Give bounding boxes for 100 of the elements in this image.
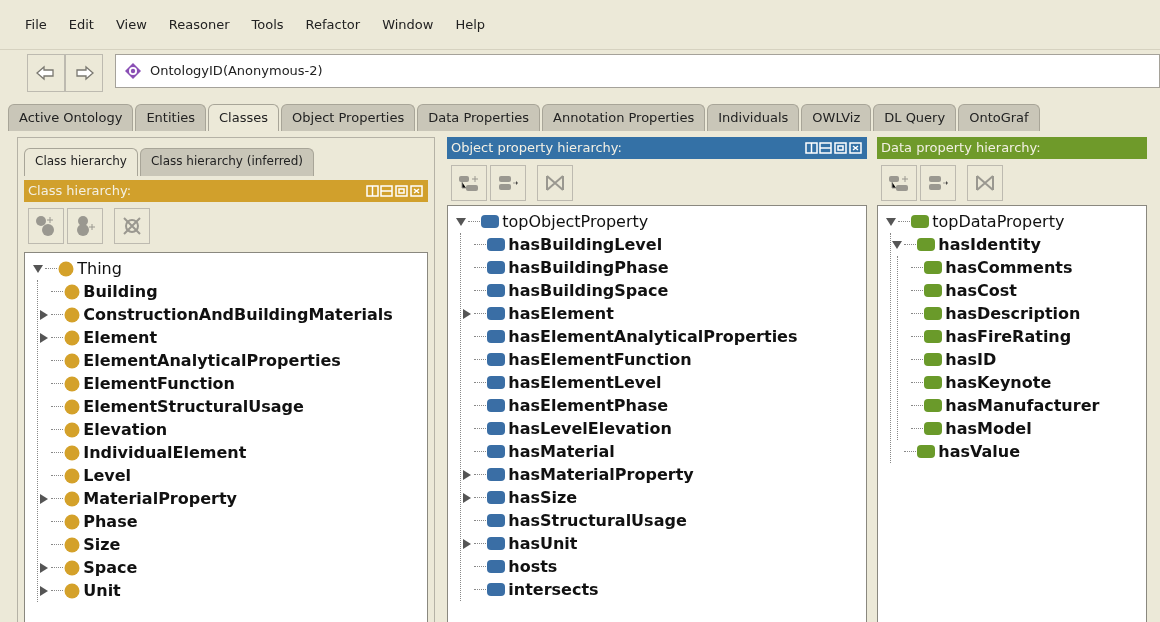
- tree-item[interactable]: Level: [83, 463, 132, 488]
- tree-item[interactable]: MaterialProperty: [83, 486, 237, 511]
- menu-item[interactable]: Edit: [57, 8, 105, 49]
- data-property-icon: [924, 284, 942, 297]
- data-property-icon: [924, 330, 942, 343]
- tree-item[interactable]: hasElement: [508, 301, 614, 326]
- menu-item[interactable]: Refactor: [294, 8, 372, 49]
- tree-item[interactable]: topObjectProperty: [502, 209, 649, 234]
- tree-item[interactable]: hasSize: [508, 485, 578, 510]
- collapsed-arrow-icon[interactable]: [39, 309, 49, 320]
- tree-item[interactable]: hasMaterial: [508, 439, 615, 464]
- tree-item[interactable]: IndividualElement: [83, 440, 247, 465]
- tab[interactable]: Individuals: [707, 104, 800, 131]
- tab[interactable]: Classes: [208, 104, 280, 131]
- tree-item[interactable]: Unit: [83, 578, 121, 603]
- tab[interactable]: Class hierarchy: [24, 148, 138, 176]
- tree-item[interactable]: Thing: [77, 256, 122, 281]
- object-property-icon: [487, 583, 505, 596]
- window-controls-icon[interactable]: [805, 142, 863, 154]
- object-property-icon: [487, 560, 505, 573]
- tree-item[interactable]: hasFireRating: [945, 324, 1072, 349]
- forward-button[interactable]: [65, 54, 103, 92]
- collapsed-arrow-icon[interactable]: [39, 332, 49, 343]
- tab[interactable]: Object Properties: [281, 104, 416, 131]
- tab[interactable]: Active Ontology: [8, 104, 134, 131]
- collapsed-arrow-icon[interactable]: [39, 493, 49, 504]
- tree-item[interactable]: hasElementPhase: [508, 393, 669, 418]
- tree-item[interactable]: hasElementLevel: [508, 370, 662, 395]
- tree-item[interactable]: hasIdentity: [938, 232, 1041, 257]
- tree-item[interactable]: hosts: [508, 554, 558, 579]
- tree-item[interactable]: hasElementAnalyticalProperties: [508, 324, 798, 349]
- tree-item[interactable]: Building: [83, 279, 158, 304]
- menu-item[interactable]: Reasoner: [157, 8, 241, 49]
- class-icon: [64, 444, 80, 461]
- tree-item[interactable]: Phase: [83, 509, 138, 534]
- tree-item[interactable]: intersects: [508, 577, 599, 602]
- menu-item[interactable]: Tools: [240, 8, 295, 49]
- expanded-arrow-icon[interactable]: [456, 216, 466, 227]
- tree-item[interactable]: hasKeynote: [945, 370, 1052, 395]
- tree-item[interactable]: Elevation: [83, 417, 168, 442]
- back-button[interactable]: [27, 54, 65, 92]
- tab[interactable]: OntoGraf: [958, 104, 1040, 131]
- tree-item[interactable]: Element: [83, 325, 158, 350]
- tree-item[interactable]: hasStructuralUsage: [508, 508, 687, 533]
- tree-item[interactable]: Space: [83, 555, 138, 580]
- menu-item[interactable]: File: [14, 8, 58, 49]
- tree-item[interactable]: Size: [83, 532, 121, 557]
- add-sub-property-icon: [888, 173, 910, 193]
- tab[interactable]: Annotation Properties: [542, 104, 706, 131]
- data-property-icon: [924, 422, 942, 435]
- tree-item[interactable]: hasLevelElevation: [508, 416, 672, 441]
- collapsed-arrow-icon[interactable]: [462, 469, 472, 480]
- tree-item[interactable]: topDataProperty: [932, 209, 1065, 234]
- collapsed-arrow-icon[interactable]: [39, 562, 49, 573]
- tree-item[interactable]: hasBuildingPhase: [508, 255, 669, 280]
- panel-title: Object property hierarchy:: [451, 139, 622, 158]
- class-icon: [64, 421, 80, 438]
- class-icon: [64, 513, 80, 530]
- tree-item[interactable]: hasElementFunction: [508, 347, 692, 372]
- class-icon: [64, 536, 80, 553]
- tree-item[interactable]: hasManufacturer: [945, 393, 1100, 418]
- expanded-arrow-icon[interactable]: [886, 216, 896, 227]
- menu-item[interactable]: Window: [371, 8, 445, 49]
- tree-item[interactable]: hasBuildingSpace: [508, 278, 669, 303]
- collapsed-arrow-icon[interactable]: [39, 585, 49, 596]
- add-sibling-property-icon: [927, 173, 949, 193]
- tab[interactable]: Class hierarchy (inferred): [139, 148, 315, 176]
- expanded-arrow-icon[interactable]: [33, 263, 43, 274]
- expanded-arrow-icon[interactable]: [892, 239, 902, 250]
- tab[interactable]: OWLViz: [801, 104, 872, 131]
- tab[interactable]: DL Query: [873, 104, 957, 131]
- tree-item[interactable]: hasCost: [945, 278, 1017, 303]
- tree-item[interactable]: ConstructionAndBuildingMaterials: [83, 302, 393, 327]
- class-icon: [64, 306, 80, 323]
- object-property-icon: [487, 353, 505, 366]
- tree-item[interactable]: hasModel: [945, 416, 1032, 441]
- class-icon: [64, 329, 80, 346]
- tree-item[interactable]: hasMaterialProperty: [508, 462, 694, 487]
- tab[interactable]: Data Properties: [417, 104, 541, 131]
- tree-item[interactable]: hasID: [945, 347, 997, 372]
- class-icon: [64, 582, 80, 599]
- collapsed-arrow-icon[interactable]: [462, 492, 472, 503]
- ontology-id: OntologyID(Anonymous-2): [150, 62, 323, 81]
- tree-item[interactable]: hasDescription: [945, 301, 1081, 326]
- collapsed-arrow-icon[interactable]: [462, 538, 472, 549]
- object-property-icon: [487, 491, 505, 504]
- tree-item[interactable]: hasUnit: [508, 531, 578, 556]
- collapsed-arrow-icon[interactable]: [462, 308, 472, 319]
- menu-item[interactable]: Help: [444, 8, 497, 49]
- class-icon: [64, 375, 80, 392]
- tab[interactable]: Entities: [135, 104, 207, 131]
- tree-item[interactable]: ElementAnalyticalProperties: [83, 348, 341, 373]
- tree-item[interactable]: hasValue: [938, 439, 1020, 464]
- tree-item[interactable]: ElementFunction: [83, 371, 235, 396]
- tree-item[interactable]: hasBuildingLevel: [508, 232, 663, 257]
- menu-item[interactable]: View: [104, 8, 158, 49]
- object-property-icon: [487, 330, 505, 343]
- tree-item[interactable]: hasComments: [945, 255, 1073, 280]
- object-property-icon: [487, 238, 505, 251]
- tree-item[interactable]: ElementStructuralUsage: [83, 394, 304, 419]
